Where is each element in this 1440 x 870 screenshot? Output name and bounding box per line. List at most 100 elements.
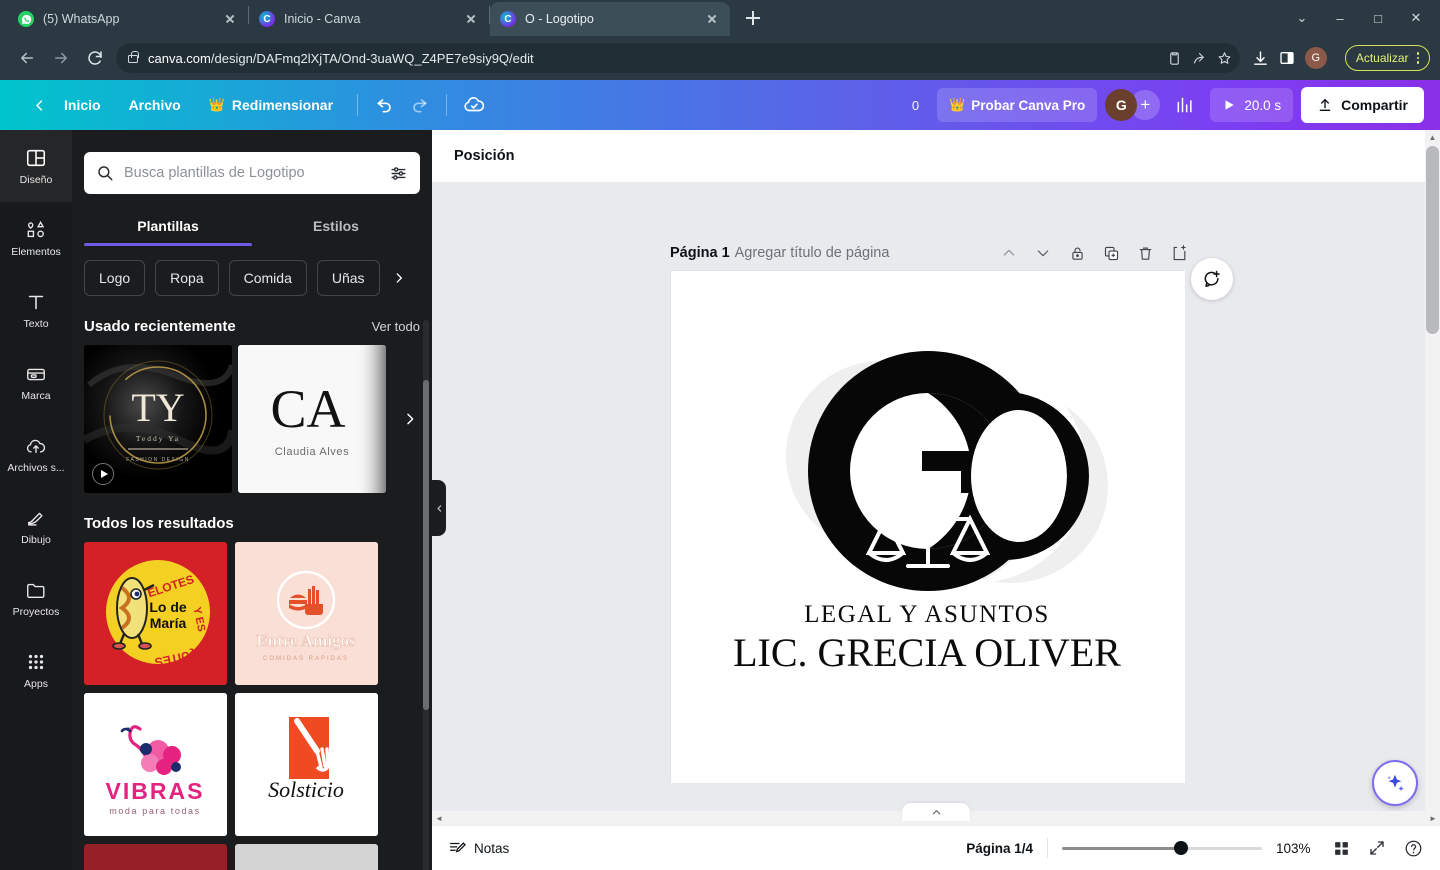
magic-studio-button[interactable] (1372, 760, 1418, 806)
template-card[interactable] (235, 844, 378, 870)
scroll-right-arrow-icon[interactable]: ► (1426, 811, 1440, 825)
sidebar-item-texto[interactable]: Texto (0, 274, 72, 346)
try-canva-pro-button[interactable]: 👑 Probar Canva Pro (937, 88, 1098, 122)
chip-unas[interactable]: Uñas (316, 260, 380, 296)
chevron-right-icon[interactable] (390, 271, 406, 285)
forward-icon[interactable] (44, 41, 78, 75)
url-text: canva.com/design/DAFmq2lXjTA/Ond-3uaWQ_Z… (148, 51, 534, 66)
canvas-horizontal-scrollbar[interactable]: ◄ ► (432, 803, 1440, 825)
browser-tab-whatsapp[interactable]: (5) WhatsApp (8, 2, 248, 36)
scroll-left-arrow-icon[interactable]: ◄ (432, 811, 446, 825)
member-count: 0 (911, 97, 920, 113)
chip-comida[interactable]: Comida (228, 260, 307, 296)
section-title: Usado recientemente (84, 318, 236, 335)
template-card[interactable] (84, 844, 227, 870)
add-page-icon[interactable] (1168, 242, 1190, 264)
sidebar-item-elementos[interactable]: Elementos (0, 202, 72, 274)
collapse-panel-handle[interactable] (432, 480, 446, 536)
grid-view-icon[interactable] (1330, 837, 1352, 859)
template-card[interactable]: ELOTES Y ES QUITES Lo de María (84, 542, 227, 685)
update-button[interactable]: Actualizar (1344, 45, 1430, 71)
canvas-vertical-scrollbar[interactable]: ▲ ▼ (1425, 130, 1440, 830)
sidepanel-icon[interactable] (1279, 50, 1295, 66)
scrollbar-thumb[interactable] (1426, 146, 1439, 334)
duplicate-icon[interactable] (1100, 242, 1122, 264)
search-icon (96, 164, 114, 182)
close-icon[interactable] (463, 11, 479, 27)
page-title-placeholder[interactable]: Agregar título de página (735, 245, 890, 261)
notes-button[interactable]: Notas (448, 839, 509, 857)
see-all-link[interactable]: Ver todo (372, 319, 420, 334)
browser-tab-logotipo[interactable]: C O - Logotipo (490, 2, 730, 36)
cloud-saved-icon[interactable] (457, 88, 491, 122)
close-icon[interactable] (222, 11, 238, 27)
scroll-up-arrow-icon[interactable]: ▲ (1425, 130, 1440, 145)
sidebar-item-dibujo[interactable]: Dibujo (0, 490, 72, 562)
resize-button[interactable]: 👑 Redimensionar (195, 90, 347, 120)
search-box[interactable] (84, 152, 420, 194)
back-chevron-icon[interactable] (28, 94, 50, 116)
undo-button[interactable] (368, 88, 402, 122)
chevron-right-icon[interactable] (402, 411, 418, 427)
search-input[interactable] (124, 165, 379, 181)
lock-icon[interactable] (1066, 242, 1088, 264)
template-card[interactable]: VIBRAS moda para todas (84, 693, 227, 836)
window-close-icon[interactable]: ✕ (1400, 4, 1432, 32)
template-card[interactable]: Entre Amigos COMIDAS RAPIDAS (235, 542, 378, 685)
canvas-scroll-area[interactable]: Página 1 Agregar título de página LEGAL … (432, 182, 1440, 818)
tab-estilos[interactable]: Estilos (252, 210, 420, 246)
reload-icon[interactable] (78, 41, 112, 75)
expand-pages-handle[interactable] (902, 803, 970, 821)
filter-icon[interactable] (389, 164, 408, 183)
avatar[interactable]: G (1304, 47, 1327, 69)
redo-button[interactable] (402, 88, 436, 122)
template-thumbnail[interactable]: TY Teddy Ya FASHION DESIGN (84, 345, 232, 493)
tab-search-icon[interactable]: ⌄ (1286, 4, 1318, 32)
new-tab-button[interactable] (738, 3, 768, 33)
help-icon[interactable] (1402, 837, 1424, 859)
sidebar-item-apps[interactable]: Apps (0, 634, 72, 706)
chip-logo[interactable]: Logo (84, 260, 146, 296)
close-icon[interactable] (704, 11, 720, 27)
fullscreen-icon[interactable] (1366, 837, 1388, 859)
template-thumbnail[interactable]: CA Claudia Alves (238, 345, 386, 493)
panel-scrollbar[interactable] (423, 320, 429, 870)
design-canvas-page-1[interactable]: LEGAL Y ASUNTOS LIC. GRECIA OLIVER (670, 270, 1185, 783)
move-up-icon[interactable] (998, 242, 1020, 264)
url-input[interactable]: canva.com/design/DAFmq2lXjTA/Ond-3uaWQ_Z… (116, 43, 1240, 73)
share-button[interactable]: Compartir (1301, 87, 1424, 123)
sidebar-item-proyectos[interactable]: Proyectos (0, 562, 72, 634)
chrome-menu-icon[interactable] (1416, 52, 1419, 64)
tab-plantillas[interactable]: Plantillas (84, 210, 252, 246)
back-icon[interactable] (10, 41, 44, 75)
sidebar-item-marca[interactable]: Marca (0, 346, 72, 418)
avatar[interactable]: G (1105, 89, 1138, 121)
search-section: Plantillas Estilos (72, 130, 432, 246)
move-down-icon[interactable] (1032, 242, 1054, 264)
maximize-icon[interactable]: □ (1362, 4, 1394, 32)
home-button[interactable]: Inicio (50, 90, 115, 120)
delete-icon[interactable] (1134, 242, 1156, 264)
insights-chart-icon[interactable] (1168, 88, 1202, 122)
file-menu-button[interactable]: Archivo (115, 90, 195, 120)
slider-knob[interactable] (1174, 841, 1188, 855)
share-icon[interactable] (1192, 51, 1207, 66)
template-card[interactable]: Solsticio (235, 693, 378, 836)
sidebar-item-diseno[interactable]: Diseño (0, 130, 72, 202)
chip-ropa[interactable]: Ropa (155, 260, 219, 296)
browser-tab-inicio-canva[interactable]: C Inicio - Canva (249, 2, 489, 36)
sidebar-item-label: Proyectos (12, 605, 60, 618)
minimize-icon[interactable]: – (1324, 4, 1356, 32)
lock-icon (128, 51, 139, 63)
download-icon[interactable] (1252, 50, 1269, 67)
scrollbar-thumb[interactable] (423, 380, 429, 710)
play-icon[interactable] (92, 463, 114, 485)
sidebar-item-archivos-subidos[interactable]: Archivos s... (0, 418, 72, 490)
zoom-slider[interactable] (1062, 841, 1262, 855)
present-timer-button[interactable]: 20.0 s (1210, 88, 1294, 122)
add-comment-button[interactable] (1191, 258, 1233, 300)
bookmark-star-icon[interactable] (1217, 51, 1232, 66)
clipboard-icon[interactable] (1167, 51, 1182, 66)
position-button[interactable]: Posición (454, 148, 514, 164)
tab-strip: (5) WhatsApp C Inicio - Canva C O - Logo… (0, 0, 1440, 36)
